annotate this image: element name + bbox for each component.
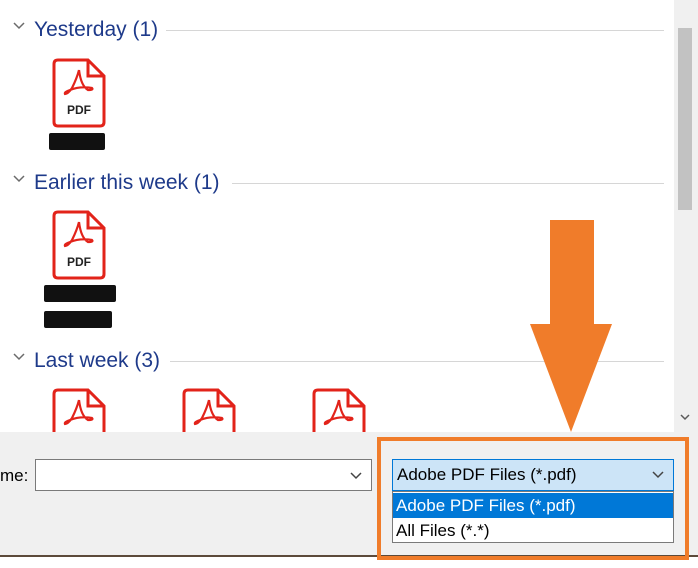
group-divider — [232, 183, 664, 184]
group-title: Earlier this week (1) — [34, 171, 220, 194]
down-arrow-annotation — [530, 220, 612, 432]
chevron-down-icon[interactable] — [349, 469, 363, 483]
scrollbar-thumb[interactable] — [678, 28, 692, 210]
file-name-combobox[interactable] — [35, 459, 372, 491]
annotation-highlight-box — [377, 437, 689, 560]
group-title: Yesterday (1) — [34, 18, 159, 41]
file-item[interactable]: PDF — [49, 58, 120, 158]
pdf-file-icon — [52, 388, 106, 432]
redacted-file-name — [44, 285, 116, 302]
chevron-down-icon[interactable] — [12, 19, 26, 33]
redacted-file-name — [49, 133, 105, 150]
chevron-down-icon[interactable] — [12, 350, 26, 364]
group-header-earlier-this-week[interactable]: Earlier this week (1) — [10, 169, 664, 197]
pdf-file-icon: PDF — [52, 210, 106, 280]
svg-text:PDF: PDF — [67, 103, 91, 117]
redacted-file-name — [44, 311, 112, 328]
file-item[interactable] — [310, 388, 380, 432]
file-item[interactable] — [50, 388, 120, 432]
file-item[interactable] — [180, 388, 250, 432]
group-title: Last week (3) — [34, 349, 161, 372]
svg-text:PDF: PDF — [67, 255, 91, 269]
pdf-file-icon — [312, 388, 366, 432]
group-divider — [166, 30, 664, 31]
file-item[interactable]: PDF — [44, 210, 120, 328]
chevron-down-icon[interactable] — [12, 172, 26, 186]
pdf-file-icon — [182, 388, 236, 432]
pdf-file-icon: PDF — [52, 58, 106, 128]
group-header-yesterday[interactable]: Yesterday (1) — [10, 16, 664, 44]
file-name-label: me: — [0, 466, 29, 485]
scroll-down-icon[interactable] — [678, 410, 692, 424]
